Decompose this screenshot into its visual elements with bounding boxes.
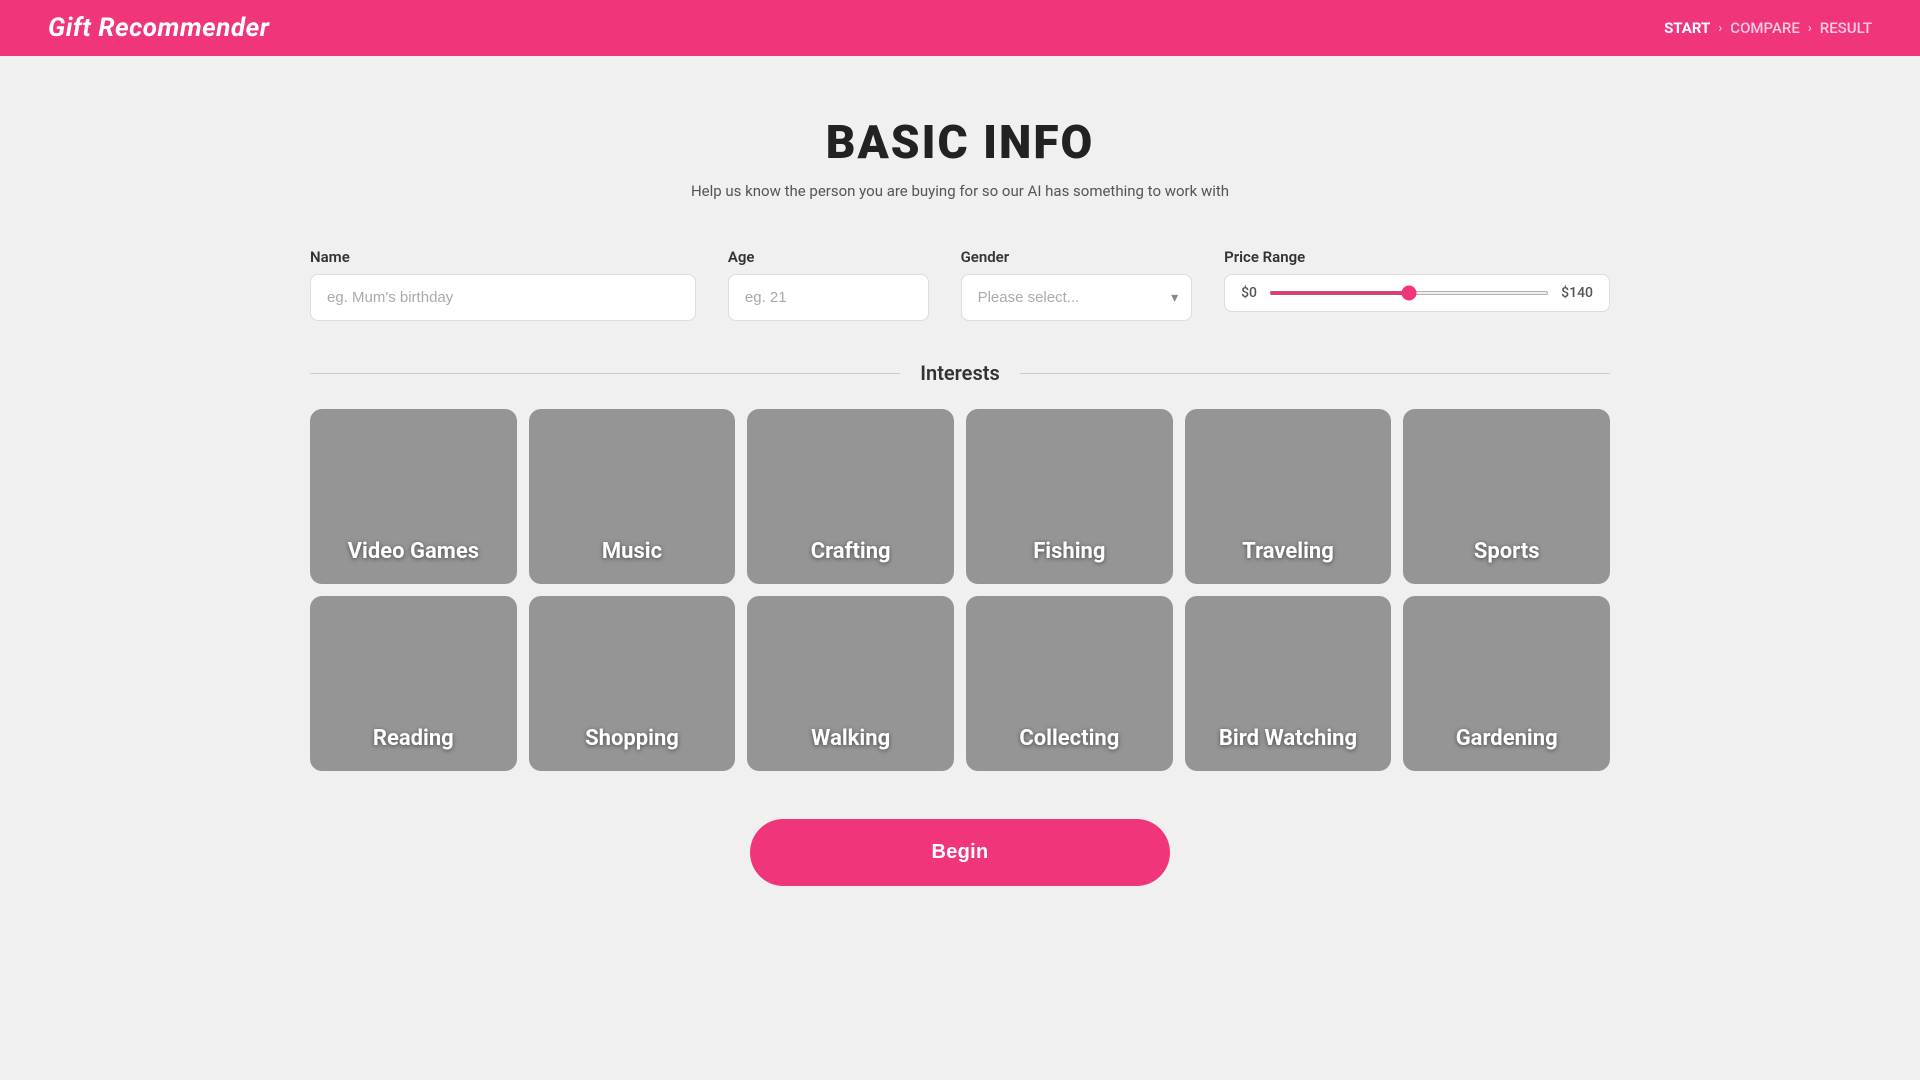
price-group: Price Range $0 $140 [1224, 248, 1610, 312]
interest-label-gardening: Gardening [1403, 710, 1610, 771]
interest-card-reading[interactable]: Reading [310, 596, 517, 771]
age-input[interactable] [728, 274, 929, 321]
age-group: Age [728, 248, 929, 321]
interests-line-left [310, 373, 900, 374]
gender-label: Gender [961, 248, 1193, 266]
interest-label-reading: Reading [310, 710, 517, 771]
interest-label-collecting: Collecting [966, 710, 1173, 771]
interest-label-video-games: Video Games [310, 523, 517, 584]
interests-title: Interests [900, 361, 1019, 385]
begin-button[interactable]: Begin [750, 819, 1170, 886]
price-range-input[interactable] [1269, 291, 1549, 295]
logo: Gift Recommender [48, 13, 269, 43]
name-label: Name [310, 248, 696, 266]
interest-card-music[interactable]: Music [529, 409, 736, 584]
interest-label-bird-watching: Bird Watching [1185, 710, 1392, 771]
interest-label-sports: Sports [1403, 523, 1610, 584]
interests-header: Interests [310, 361, 1610, 385]
begin-wrapper: Begin [310, 819, 1610, 886]
interests-line-right [1020, 373, 1610, 374]
header: Gift Recommender START › COMPARE › RESUL… [0, 0, 1920, 56]
interest-card-walking[interactable]: Walking [747, 596, 954, 771]
interests-grid: Video GamesMusicCraftingFishingTraveling… [310, 409, 1610, 771]
nav-chevron-2: › [1808, 21, 1812, 36]
interest-label-crafting: Crafting [747, 523, 954, 584]
price-min-label: $0 [1241, 285, 1257, 301]
interest-card-traveling[interactable]: Traveling [1185, 409, 1392, 584]
interest-card-gardening[interactable]: Gardening [1403, 596, 1610, 771]
interest-card-video-games[interactable]: Video Games [310, 409, 517, 584]
nav-chevron-1: › [1718, 21, 1722, 36]
nav-start[interactable]: START [1664, 19, 1710, 37]
interest-card-fishing[interactable]: Fishing [966, 409, 1173, 584]
page-title: BASIC INFO [310, 116, 1610, 170]
price-label: Price Range [1224, 248, 1610, 266]
gender-select-wrapper: Please select... Male Female Non-binary … [961, 274, 1193, 321]
interest-label-fishing: Fishing [966, 523, 1173, 584]
name-input[interactable] [310, 274, 696, 321]
price-max-label: $140 [1561, 285, 1593, 301]
page-subtitle: Help us know the person you are buying f… [310, 182, 1610, 200]
interest-label-music: Music [529, 523, 736, 584]
nav-steps: START › COMPARE › RESULT [1664, 19, 1872, 37]
age-label: Age [728, 248, 929, 266]
interest-card-sports[interactable]: Sports [1403, 409, 1610, 584]
name-group: Name [310, 248, 696, 321]
interest-card-crafting[interactable]: Crafting [747, 409, 954, 584]
gender-select[interactable]: Please select... Male Female Non-binary … [961, 274, 1193, 321]
interest-label-traveling: Traveling [1185, 523, 1392, 584]
interest-card-collecting[interactable]: Collecting [966, 596, 1173, 771]
interest-label-walking: Walking [747, 710, 954, 771]
interest-label-shopping: Shopping [529, 710, 736, 771]
nav-compare[interactable]: COMPARE [1730, 19, 1800, 37]
nav-result[interactable]: RESULT [1820, 19, 1872, 37]
interest-card-shopping[interactable]: Shopping [529, 596, 736, 771]
form-row: Name Age Gender Please select... Male Fe… [310, 248, 1610, 321]
gender-group: Gender Please select... Male Female Non-… [961, 248, 1193, 321]
price-range-wrapper: $0 $140 [1224, 274, 1610, 312]
interest-card-bird-watching[interactable]: Bird Watching [1185, 596, 1392, 771]
main-content: BASIC INFO Help us know the person you a… [290, 56, 1630, 986]
